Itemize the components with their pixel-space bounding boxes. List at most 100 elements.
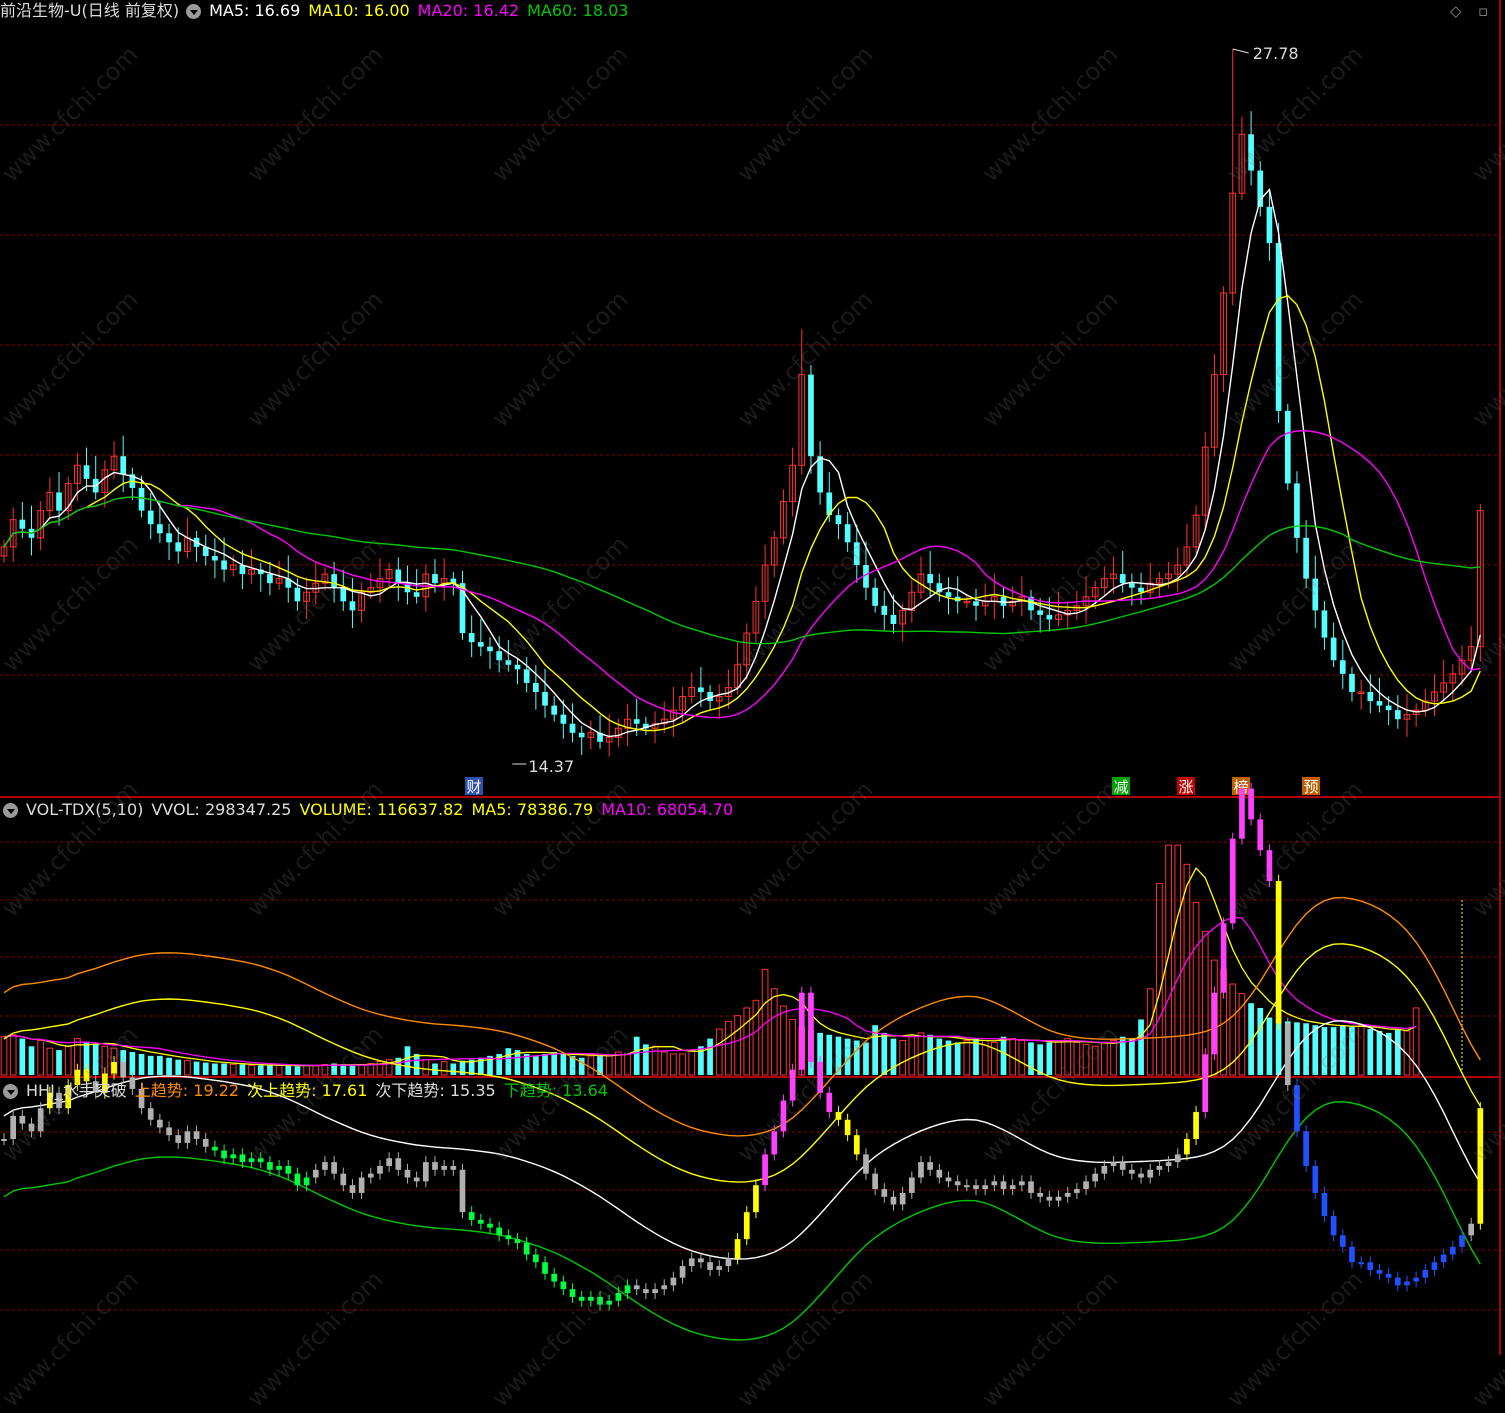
- volume-bar: [19, 1038, 26, 1075]
- indicator-candle: [1064, 1192, 1071, 1197]
- volume-bar: [440, 1061, 448, 1076]
- indicator-candle: [826, 1092, 833, 1113]
- volume-bar: [37, 1040, 45, 1076]
- candle-body: [973, 601, 979, 606]
- candle-body: [1321, 610, 1328, 638]
- volume-bar: [294, 1066, 301, 1075]
- vol-title: VOL-TDX(5,10): [26, 800, 144, 819]
- indicator-candle: [514, 1239, 521, 1243]
- indicator-candle: [1074, 1189, 1080, 1193]
- indicator-candle: [1349, 1246, 1355, 1263]
- volume-bar: [46, 1047, 54, 1076]
- volume-bar: [660, 1051, 668, 1076]
- candle-body: [1367, 691, 1374, 702]
- candle-body: [331, 574, 337, 588]
- volume-bar: [147, 1055, 154, 1075]
- indicator-header: HHJ_水手突破 上趋势: 19.22 次上趋势: 17.61 次下趋势: 15…: [0, 1080, 616, 1102]
- candle-body: [83, 465, 90, 479]
- candle-body: [927, 574, 933, 584]
- indicator-candle: [230, 1154, 237, 1159]
- volume-bar: [770, 988, 778, 1076]
- indicator-candle: [817, 1061, 823, 1093]
- volume-bar: [551, 1052, 558, 1075]
- volume-bar: [624, 1053, 631, 1076]
- candle-body: [1266, 206, 1273, 244]
- indicator-candle: [432, 1162, 438, 1170]
- candle-body: [166, 533, 172, 543]
- candle-body: [1349, 673, 1355, 692]
- indicator-candle: [606, 1300, 613, 1305]
- indicator-candle: [1202, 1054, 1209, 1113]
- ma10-label: MA10: 16.00: [308, 1, 410, 20]
- ma20-label: MA20: 16.42: [417, 1, 520, 20]
- indicator-candle: [1330, 1216, 1337, 1236]
- indicator-candle: [1092, 1173, 1099, 1182]
- grid-icon[interactable]: ▫: [1478, 2, 1488, 20]
- candle-body: [1394, 710, 1401, 720]
- indicator-candle: [936, 1169, 943, 1178]
- dropdown-icon[interactable]: [186, 3, 202, 19]
- indicator-candle: [248, 1158, 255, 1163]
- indicator-candle: [175, 1135, 182, 1143]
- candle-body: [1385, 705, 1392, 711]
- indicator-candle: [597, 1296, 603, 1305]
- indicator-candle: [1376, 1269, 1383, 1274]
- volume-bar: [881, 1032, 888, 1075]
- indicator-candle: [743, 1212, 750, 1240]
- volume-bar: [1192, 902, 1200, 1076]
- volume-bar: [1165, 844, 1172, 1076]
- indicator-candle: [257, 1158, 264, 1163]
- candle-body: [432, 574, 438, 584]
- indicator-candle: [1248, 788, 1254, 820]
- candle-body: [1294, 483, 1300, 538]
- volume-bar: [1312, 1025, 1319, 1075]
- candle-body: [413, 592, 420, 597]
- volume-bar: [1156, 882, 1163, 1076]
- volume-bar: [1138, 1019, 1144, 1075]
- volume-bar: [28, 1046, 35, 1075]
- volume-bar: [1046, 1042, 1053, 1075]
- indicator-candle: [872, 1173, 878, 1190]
- main-chart-header: 前沿生物-U(日线 前复权) MA5: 16.69 MA10: 16.00 MA…: [0, 0, 636, 22]
- indicator-candle: [1385, 1273, 1392, 1278]
- candle-body: [817, 456, 823, 493]
- indicator-candle: [1275, 880, 1282, 1024]
- indicator-candle: [1440, 1254, 1447, 1263]
- indicator-candle: [578, 1296, 585, 1301]
- candle-body: [523, 669, 530, 683]
- indicator-candle: [413, 1177, 420, 1182]
- candle-body: [1376, 701, 1383, 706]
- indicator-candle: [1083, 1181, 1089, 1190]
- candle-body: [569, 723, 576, 733]
- indicator-candle: [1119, 1162, 1126, 1170]
- volume-bar: [1082, 1043, 1090, 1076]
- chart-canvas: 27.7814.37财减涨榜预: [0, 0, 1501, 1355]
- ma60-label: MA60: 18.03: [527, 1, 629, 20]
- indicator-candle: [1394, 1277, 1401, 1286]
- candle-body: [221, 560, 227, 570]
- indicator-candle: [294, 1173, 301, 1186]
- volume-bar: [239, 1064, 246, 1075]
- indicator-candle: [808, 992, 814, 1062]
- candle-body: [477, 642, 484, 647]
- volume-bar: [1257, 1007, 1264, 1075]
- candle-body: [844, 524, 851, 543]
- indicator-candle: [991, 1181, 998, 1186]
- volume-bar: [450, 1063, 457, 1075]
- indicator-candle: [19, 1115, 26, 1124]
- indicator-candle: [1229, 838, 1236, 924]
- volume-bar: [633, 1036, 640, 1075]
- candle-body: [533, 682, 539, 692]
- indicator-candle: [358, 1177, 365, 1193]
- volume-bar: [587, 1055, 595, 1076]
- volume-bar: [349, 1065, 356, 1075]
- diamond-icon[interactable]: ◇: [1450, 2, 1462, 20]
- dropdown-icon[interactable]: [3, 802, 18, 818]
- indicator-candle: [28, 1123, 35, 1132]
- dropdown-icon[interactable]: [3, 1083, 18, 1099]
- indicator-candle: [147, 1108, 154, 1120]
- indicator-candle: [1257, 819, 1264, 851]
- indicator-candle: [542, 1262, 548, 1274]
- indicator-candle: [899, 1192, 906, 1205]
- indicator-candle: [505, 1235, 512, 1240]
